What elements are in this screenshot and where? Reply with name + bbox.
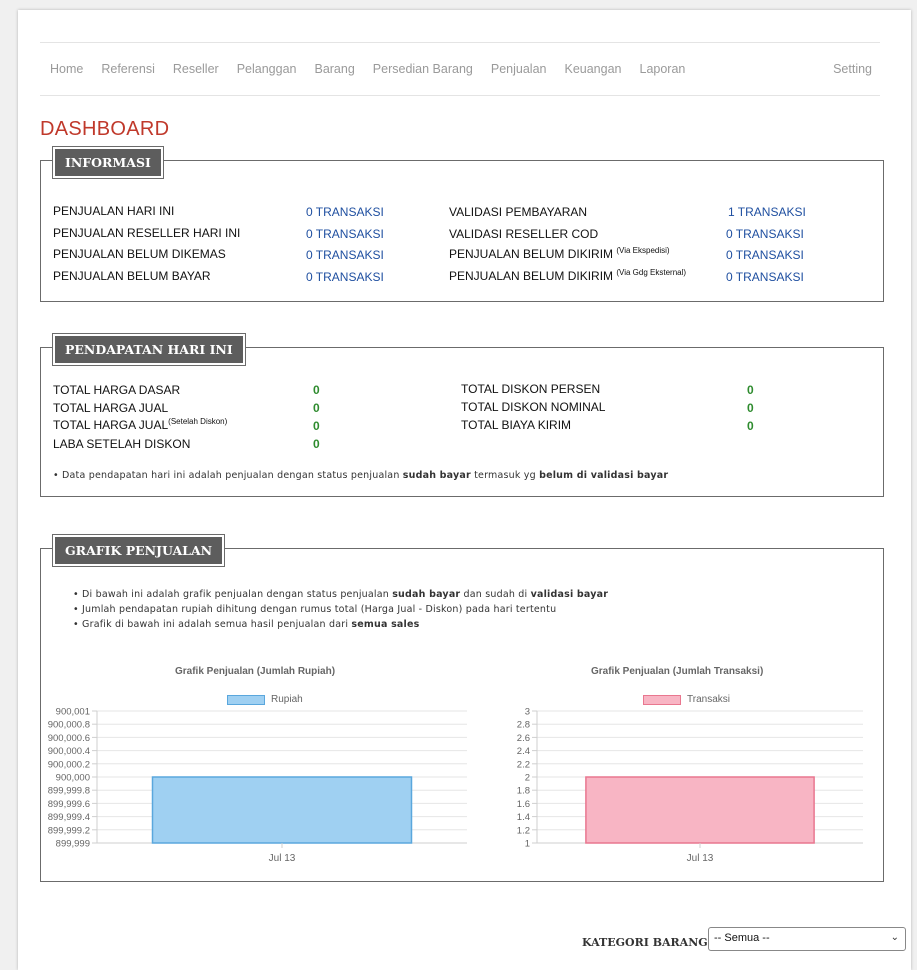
info-label: PENJUALAN BELUM DIKIRIM (Via Ekspedisi) <box>449 246 670 261</box>
informasi-panel: INFORMASI PENJUALAN HARI INI 0 TRANSAKSI… <box>40 146 884 302</box>
pendapatan-label: LABA SETELAH DISKON <box>53 437 191 451</box>
info-value[interactable]: 0 TRANSAKSI <box>306 248 384 262</box>
nav-penjualan[interactable]: Penjualan <box>491 62 547 76</box>
pendapatan-value: 0 <box>747 383 754 397</box>
y-tick-label: 2.8 <box>517 720 530 731</box>
info-label: PENJUALAN BELUM DIKEMAS <box>53 247 226 261</box>
y-tick-label: 900,001 <box>56 707 90 718</box>
y-tick-label: 2.4 <box>517 746 530 757</box>
bar <box>585 776 815 844</box>
informasi-title: INFORMASI <box>52 146 164 179</box>
info-value[interactable]: 0 TRANSAKSI <box>306 227 384 241</box>
nav-setting[interactable]: Setting <box>833 62 872 76</box>
y-tick-label: 899,999 <box>56 839 90 850</box>
y-tick-label: 1.8 <box>517 786 530 797</box>
y-tick-label: 1.6 <box>517 799 530 810</box>
nav-home[interactable]: Home <box>50 62 83 76</box>
pendapatan-value: 0 <box>313 419 320 433</box>
nav-keuangan[interactable]: Keuangan <box>564 62 621 76</box>
y-tick-label: 1 <box>525 839 530 850</box>
info-label: VALIDASI PEMBAYARAN <box>449 205 588 219</box>
y-tick-label: 899,999.2 <box>48 825 90 836</box>
info-value[interactable]: 0 TRANSAKSI <box>306 270 384 284</box>
pendapatan-value: 0 <box>313 437 320 451</box>
y-tick-label: 900,000.6 <box>48 733 90 744</box>
nav-pelanggan[interactable]: Pelanggan <box>237 62 297 76</box>
bar <box>151 776 413 844</box>
pendapatan-note: • Data pendapatan hari ini adalah penjua… <box>53 470 669 481</box>
nav-barang[interactable]: Barang <box>314 62 354 76</box>
y-tick-label: 2.6 <box>517 733 530 744</box>
pendapatan-panel: PENDAPATAN HARI INI TOTAL HARGA DASAR 0 … <box>40 333 884 497</box>
y-tick-label: 899,999.6 <box>48 799 90 810</box>
pendapatan-title: PENDAPATAN HARI INI <box>52 333 246 366</box>
chart-rupiah: 900,001 900,000.8 900,000.6 900,000.4 900,00… <box>48 707 467 864</box>
info-label: PENJUALAN HARI INI <box>53 204 175 218</box>
y-tick-label: 900,000.8 <box>48 720 90 731</box>
info-label: PENJUALAN BELUM DIKIRIM (Via Gdg Ekstern… <box>449 268 687 283</box>
x-tick-label: Jul 13 <box>269 853 296 864</box>
x-tick-label: Jul 13 <box>687 853 714 864</box>
page: Home Referensi Reseller Pelanggan Barang… <box>18 10 911 970</box>
info-value[interactable]: 0 TRANSAKSI <box>306 205 384 219</box>
y-tick-label: 899,999.8 <box>48 786 90 797</box>
chart-transaksi: 3 2.8 2.6 2.4 2.2 2 1.8 1.6 1.4 1.2 1 Jul 13 <box>517 707 863 864</box>
pendapatan-label: TOTAL DISKON PERSEN <box>461 382 601 396</box>
grafik-title: GRAFIK PENJUALAN <box>51 534 226 567</box>
info-value[interactable]: 0 TRANSAKSI <box>726 248 804 262</box>
info-label: PENJUALAN RESELLER HARI INI <box>53 226 241 240</box>
chart-title-rupiah: Grafik Penjualan (Jumlah Rupiah) <box>175 666 336 677</box>
y-tick-label: 1.2 <box>517 825 530 836</box>
pendapatan-label: TOTAL HARGA JUAL(Setelah Diskon) <box>53 417 228 432</box>
info-label: PENJUALAN BELUM BAYAR <box>53 269 211 283</box>
info-label: VALIDASI RESELLER COD <box>449 227 599 241</box>
nav-referensi[interactable]: Referensi <box>101 62 155 76</box>
pendapatan-label: TOTAL HARGA DASAR <box>53 383 181 397</box>
nav-reseller[interactable]: Reseller <box>173 62 219 76</box>
y-tick-label: 2 <box>525 773 530 784</box>
grafik-note: • Jumlah pendapatan rupiah dihitung deng… <box>73 604 557 615</box>
y-tick-label: 2.2 <box>517 759 530 770</box>
kategori-label: KATEGORI BARANG <box>582 936 708 949</box>
page-title: DASHBOARD <box>40 118 170 140</box>
y-tick-label: 1.4 <box>517 812 530 823</box>
pendapatan-label: TOTAL BIAYA KIRIM <box>461 418 572 432</box>
grafik-note: • Grafik di bawah ini adalah semua hasil… <box>73 619 420 630</box>
grafik-note: • Di bawah ini adalah grafik penjualan d… <box>73 589 609 600</box>
pendapatan-label: TOTAL HARGA JUAL <box>53 401 169 415</box>
y-tick-label: 900,000.2 <box>48 759 90 770</box>
nav-persedian-barang[interactable]: Persedian Barang <box>373 62 473 76</box>
y-tick-label: 3 <box>525 707 530 718</box>
info-value[interactable]: 0 TRANSAKSI <box>726 270 804 284</box>
top-nav: Home Referensi Reseller Pelanggan Barang… <box>40 42 880 96</box>
nav-laporan[interactable]: Laporan <box>640 62 686 76</box>
info-value[interactable]: 0 TRANSAKSI <box>726 227 804 241</box>
info-value[interactable]: 1 TRANSAKSI <box>728 205 806 219</box>
y-tick-label: 900,000 <box>56 773 90 784</box>
pendapatan-value: 0 <box>313 383 320 397</box>
chart-title-transaksi: Grafik Penjualan (Jumlah Transaksi) <box>591 666 764 677</box>
grafik-panel: GRAFIK PENJUALAN • Di bawah ini adalah g… <box>40 534 884 882</box>
chevron-down-icon: ⌄ <box>890 932 899 943</box>
kategori-selected: -- Semua -- <box>714 932 770 944</box>
pendapatan-value: 0 <box>747 401 754 415</box>
y-tick-label: 900,000.4 <box>48 746 90 757</box>
kategori-select[interactable]: -- Semua -- ⌄ <box>708 927 906 951</box>
y-tick-label: 899,999.4 <box>48 812 90 823</box>
pendapatan-value: 0 <box>747 419 754 433</box>
pendapatan-value: 0 <box>313 401 320 415</box>
pendapatan-label: TOTAL DISKON NOMINAL <box>461 400 606 414</box>
